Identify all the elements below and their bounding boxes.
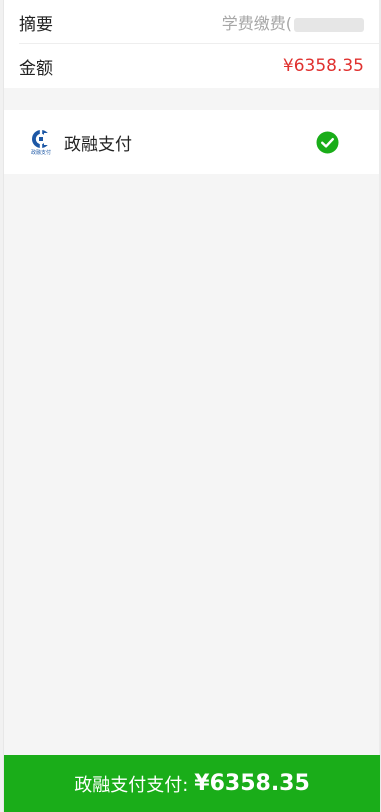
amount-label: 金额 bbox=[19, 58, 53, 79]
order-info-card: 摘要 学费缴费( 金额 ¥6358.35 bbox=[4, 0, 379, 88]
summary-row: 摘要 学费缴费( bbox=[4, 0, 379, 44]
check-circle-icon[interactable] bbox=[316, 131, 339, 154]
redacted-mask bbox=[294, 17, 364, 32]
logo-caption: 政融支付 bbox=[30, 149, 51, 156]
summary-value-text: 学费缴费( bbox=[221, 14, 292, 33]
zhengrong-pay-logo-icon: 政融支付 bbox=[28, 127, 54, 157]
summary-value: 学费缴费( bbox=[222, 10, 364, 34]
amount-row: 金额 ¥6358.35 bbox=[4, 44, 379, 88]
payment-method-name: 政融支付 bbox=[64, 134, 132, 155]
pay-button-amount: ¥6358.35 bbox=[194, 771, 310, 796]
pay-button-label: 政融支付支付: bbox=[74, 774, 189, 796]
payment-method-option[interactable]: 政融支付 政融支付 bbox=[4, 110, 379, 174]
logo-mark bbox=[32, 129, 51, 148]
amount-value: ¥6358.35 bbox=[282, 56, 364, 76]
pay-button[interactable]: 政融支付支付: ¥6358.35 bbox=[4, 755, 380, 812]
summary-label: 摘要 bbox=[19, 14, 53, 35]
